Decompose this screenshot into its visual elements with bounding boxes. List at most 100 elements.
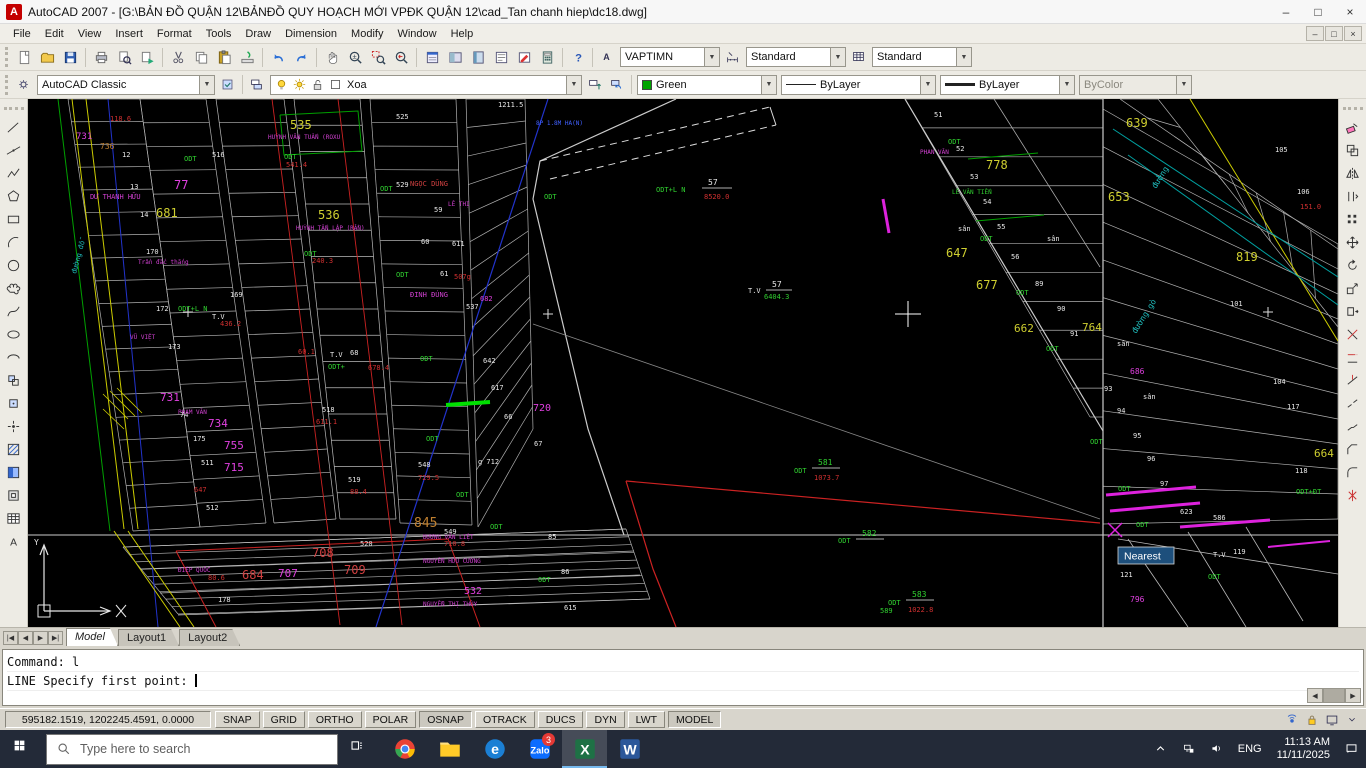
menu-item-view[interactable]: View xyxy=(71,26,109,42)
zoom-previous-button[interactable] xyxy=(390,46,412,68)
mdi-minimize-button[interactable]: – xyxy=(1306,26,1324,41)
copy-button[interactable] xyxy=(190,46,212,68)
menu-item-insert[interactable]: Insert xyxy=(108,26,150,42)
rectangle-button[interactable] xyxy=(3,208,25,230)
chevron-down-icon[interactable]: ▼ xyxy=(1059,76,1074,94)
mdi-restore-button[interactable]: □ xyxy=(1325,26,1343,41)
chevron-down-icon[interactable]: ▼ xyxy=(761,76,776,94)
text-style-icon[interactable]: A xyxy=(596,46,618,68)
make-block-button[interactable] xyxy=(3,392,25,414)
plot-preview-button[interactable] xyxy=(113,46,135,68)
restore-button[interactable]: □ xyxy=(1302,0,1334,23)
point-button[interactable] xyxy=(3,415,25,437)
edge-taskbar-icon[interactable]: e xyxy=(472,730,517,768)
color-combo[interactable]: Green ▼ xyxy=(637,75,777,95)
layer-on-bulb-icon[interactable] xyxy=(275,78,289,92)
tray-show-hidden-icons[interactable] xyxy=(1147,730,1175,768)
join-button[interactable] xyxy=(1342,415,1364,437)
menu-item-window[interactable]: Window xyxy=(390,26,443,42)
layer-thaw-sun-icon[interactable] xyxy=(293,78,307,92)
tray-down-icon[interactable] xyxy=(1343,711,1361,729)
redo-button[interactable] xyxy=(290,46,312,68)
dim-style-combo[interactable]: Standard ▼ xyxy=(746,47,846,67)
spline-button[interactable] xyxy=(3,300,25,322)
tab-model[interactable]: Model xyxy=(66,628,118,646)
command-scrollbar-thumb[interactable] xyxy=(1323,688,1345,703)
insert-block-button[interactable] xyxy=(3,369,25,391)
chevron-down-icon[interactable]: ▼ xyxy=(920,76,935,94)
chevron-down-icon[interactable]: ▼ xyxy=(566,76,581,94)
qnew-button[interactable] xyxy=(13,46,35,68)
quickcalc-button[interactable] xyxy=(536,46,558,68)
zalo-taskbar-icon[interactable]: Zalo3 xyxy=(517,730,562,768)
taskbar-clock[interactable]: 11:13 AM 11/11/2025 xyxy=(1269,730,1338,768)
erase-button[interactable] xyxy=(1342,116,1364,138)
explode-button[interactable] xyxy=(1342,484,1364,506)
tab-first-button[interactable]: |◀ xyxy=(3,631,18,645)
toolbar-grip[interactable] xyxy=(5,75,9,95)
action-center-icon[interactable] xyxy=(1338,730,1366,768)
zoom-realtime-button[interactable]: ± xyxy=(344,46,366,68)
extend-button[interactable] xyxy=(1342,346,1364,368)
trim-button[interactable] xyxy=(1342,323,1364,345)
status-toggle-polar[interactable]: POLAR xyxy=(365,711,417,728)
move-button[interactable] xyxy=(1342,231,1364,253)
tab-last-button[interactable]: ▶| xyxy=(48,631,63,645)
workspace-gear-icon[interactable] xyxy=(13,74,35,96)
chrome-taskbar-icon[interactable] xyxy=(382,730,427,768)
menu-item-dimension[interactable]: Dimension xyxy=(278,26,344,42)
text-style-combo[interactable]: VAPTIMN ▼ xyxy=(620,47,720,67)
clean-screen-icon[interactable] xyxy=(1323,711,1341,729)
rotate-button[interactable] xyxy=(1342,254,1364,276)
command-text-area[interactable]: Command: l LINE Specify first point: ◀ ▶ xyxy=(2,649,1364,706)
status-toggle-lwt[interactable]: LWT xyxy=(628,711,665,728)
ellipse-arc-button[interactable] xyxy=(3,346,25,368)
volume-icon[interactable] xyxy=(1203,730,1231,768)
chevron-down-icon[interactable]: ▼ xyxy=(199,76,214,94)
toolbar-grip[interactable] xyxy=(1343,107,1363,111)
gradient-button[interactable] xyxy=(3,461,25,483)
start-button[interactable] xyxy=(0,730,46,768)
construction-line-button[interactable] xyxy=(3,139,25,161)
match-properties-button[interactable] xyxy=(236,46,258,68)
table-button[interactable] xyxy=(3,507,25,529)
mdi-close-button[interactable]: × xyxy=(1344,26,1362,41)
offset-button[interactable] xyxy=(1342,185,1364,207)
revision-cloud-button[interactable] xyxy=(3,277,25,299)
save-button[interactable] xyxy=(59,46,81,68)
stretch-button[interactable] xyxy=(1342,300,1364,322)
layer-unlock-icon[interactable] xyxy=(311,78,325,92)
dim-style-icon[interactable] xyxy=(722,46,744,68)
help-button[interactable]: ? xyxy=(567,46,589,68)
menu-item-file[interactable]: File xyxy=(6,26,38,42)
layer-combo[interactable]: Xoa ▼ xyxy=(270,75,582,95)
status-toggle-ortho[interactable]: ORTHO xyxy=(308,711,362,728)
polyline-button[interactable] xyxy=(3,162,25,184)
ellipse-button[interactable] xyxy=(3,323,25,345)
language-indicator[interactable]: ENG xyxy=(1231,730,1269,768)
region-button[interactable] xyxy=(3,484,25,506)
command-scroll-left-button[interactable]: ◀ xyxy=(1307,688,1323,703)
break-at-point-button[interactable] xyxy=(1342,369,1364,391)
chevron-down-icon[interactable]: ▼ xyxy=(704,48,719,66)
chevron-down-icon[interactable]: ▼ xyxy=(830,48,845,66)
status-toggle-snap[interactable]: SNAP xyxy=(215,711,260,728)
pan-button[interactable] xyxy=(321,46,343,68)
tab-layout2[interactable]: Layout2 xyxy=(179,629,240,646)
menu-item-tools[interactable]: Tools xyxy=(199,26,239,42)
close-button[interactable]: × xyxy=(1334,0,1366,23)
line-button[interactable] xyxy=(3,116,25,138)
open-button[interactable] xyxy=(36,46,58,68)
break-button[interactable] xyxy=(1342,392,1364,414)
scale-button[interactable] xyxy=(1342,277,1364,299)
tab-next-button[interactable]: ▶ xyxy=(33,631,48,645)
publish-button[interactable] xyxy=(136,46,158,68)
toolbar-grip[interactable] xyxy=(5,47,9,67)
status-toggle-grid[interactable]: GRID xyxy=(263,711,305,728)
padlock-icon[interactable] xyxy=(1303,711,1321,729)
circle-button[interactable] xyxy=(3,254,25,276)
comm-center-icon[interactable] xyxy=(1283,711,1301,729)
taskbar-search[interactable]: Type here to search xyxy=(46,734,338,765)
sheet-set-manager-button[interactable] xyxy=(490,46,512,68)
menu-item-modify[interactable]: Modify xyxy=(344,26,390,42)
